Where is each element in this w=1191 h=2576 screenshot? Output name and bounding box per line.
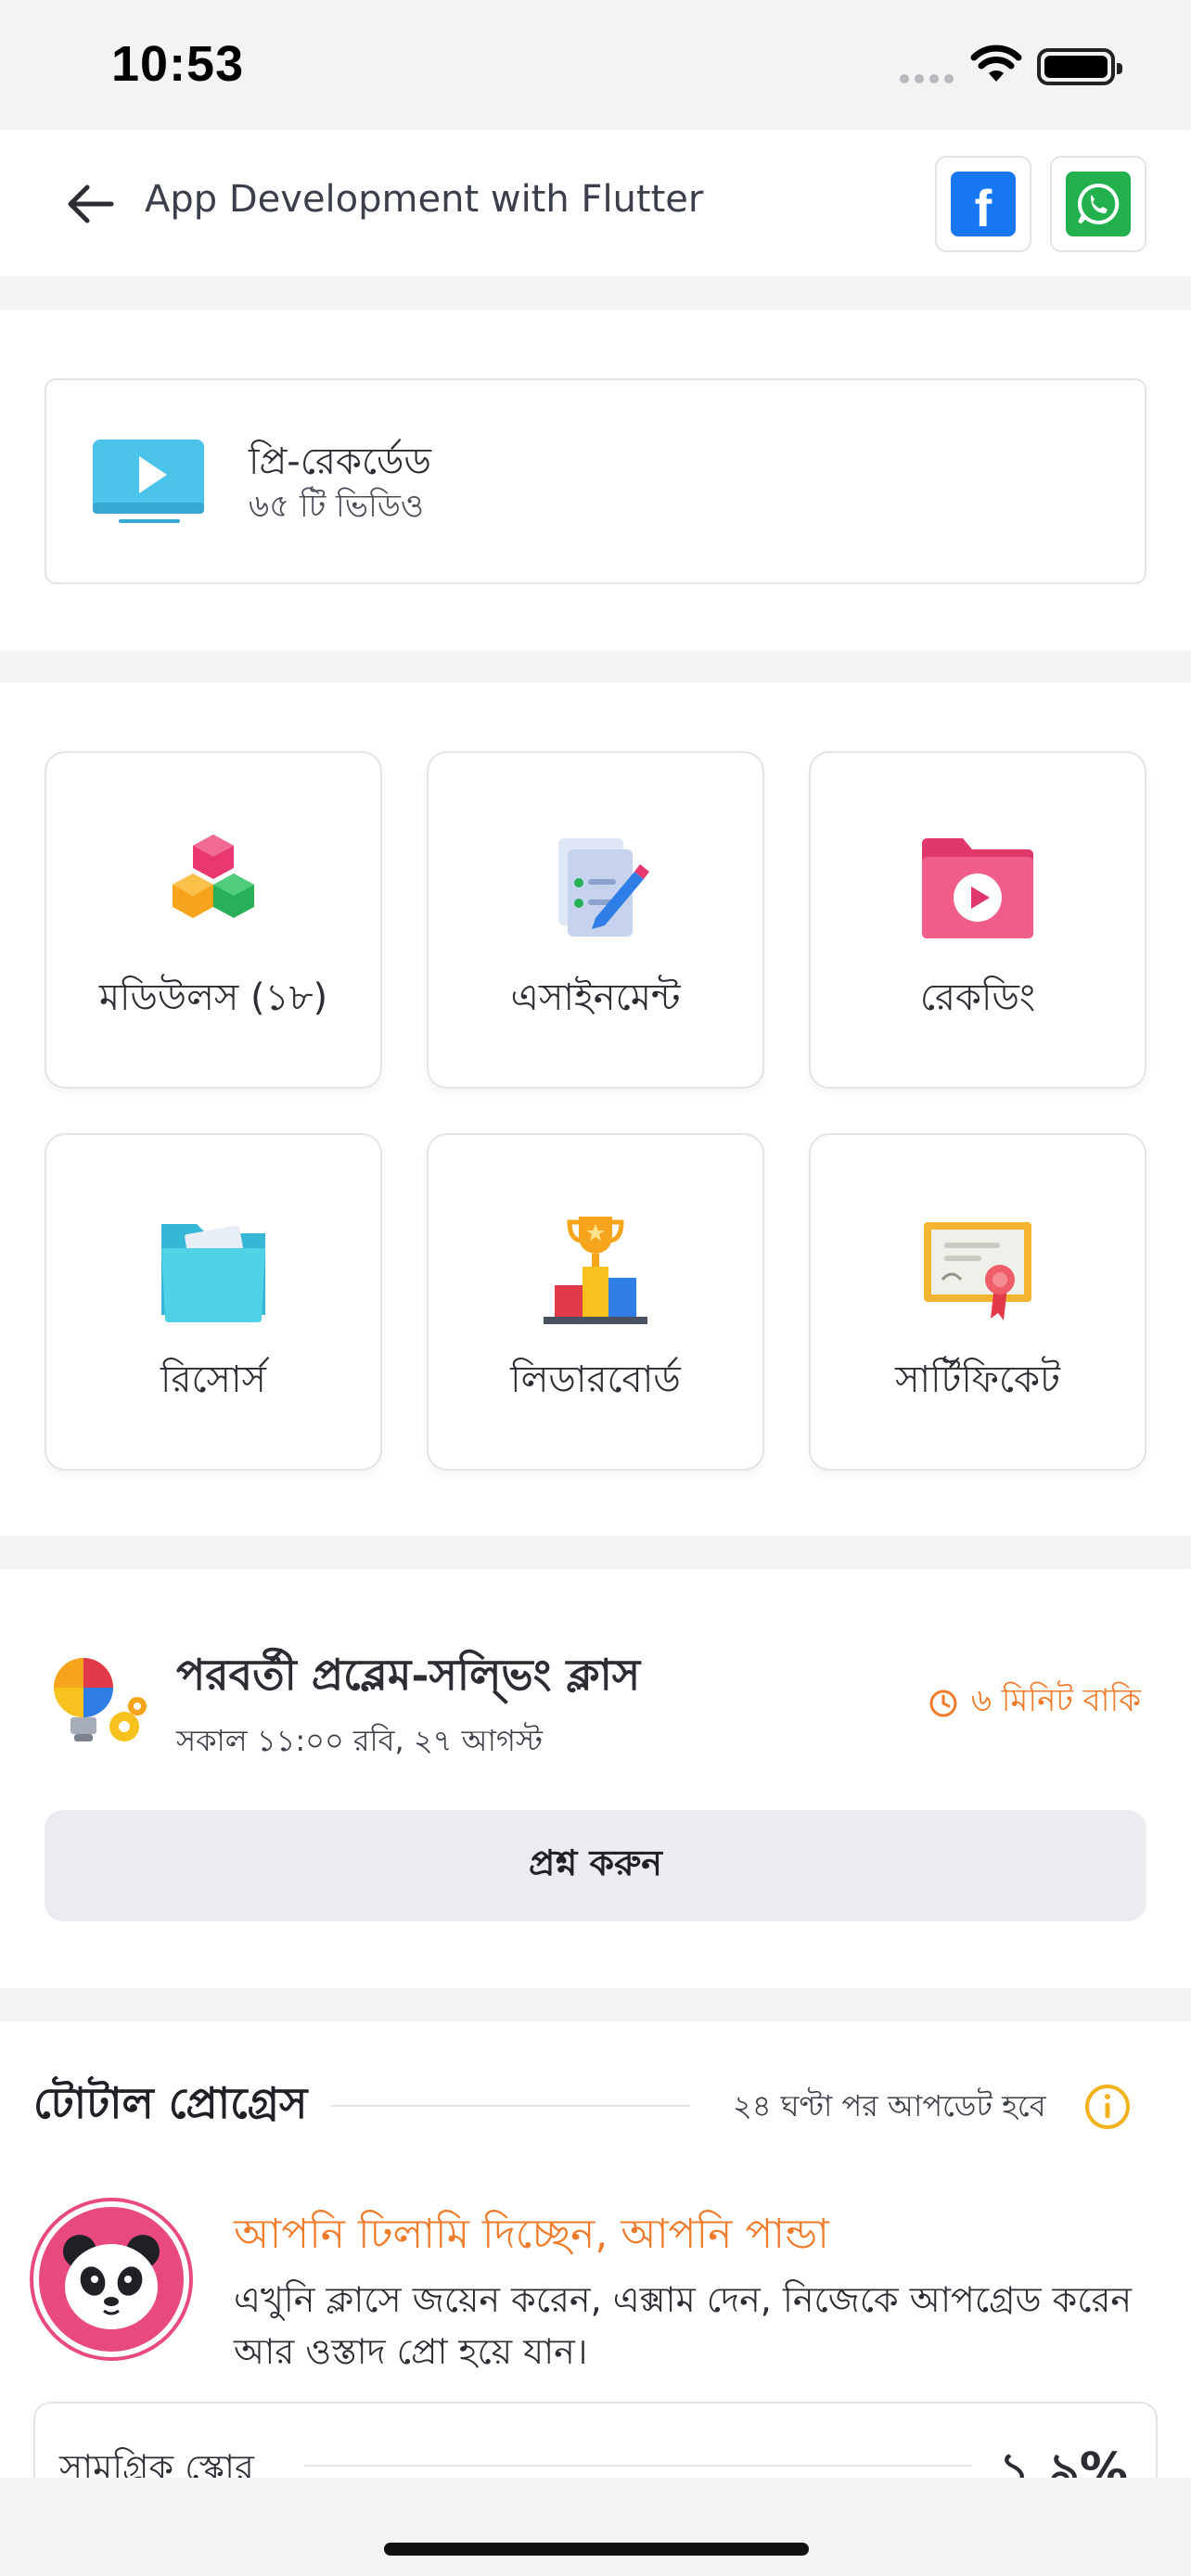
divider: [330, 2105, 690, 2107]
facebook-share-button[interactable]: f: [935, 156, 1031, 252]
home-indicator[interactable]: [384, 2543, 809, 2556]
time-remaining-text: ৬ মিনিট বাকি: [970, 1682, 1141, 1719]
arrow-left-icon: [68, 185, 114, 223]
info-icon[interactable]: [1082, 2081, 1133, 2133]
clock-icon: [929, 1690, 957, 1716]
progress-status-description: এখুনি ক্লাসে জয়েন করেন, এক্সাম দেন, নিজ…: [234, 2279, 1133, 2372]
tile-label-modules: মডিউলস (১৮): [98, 976, 328, 1019]
ask-question-button[interactable]: প্রশ্ন করুন: [45, 1810, 1146, 1921]
status-time: 10:53: [111, 36, 245, 92]
whatsapp-share-button[interactable]: [1050, 156, 1146, 252]
recording-folder-icon: [922, 838, 1033, 938]
prerecorded-video-count: ৬৫ টি ভিডিও: [249, 488, 424, 525]
prerecorded-section: প্রি-রেকর্ডেড ৬৫ টি ভিডিও: [0, 310, 1191, 651]
status-bar: 10:53: [0, 0, 1191, 130]
tile-label-resource: রিসোর্স: [160, 1358, 266, 1401]
page-title: App Development with Flutter: [145, 178, 704, 221]
whatsapp-icon: [1066, 172, 1131, 236]
facebook-icon: f: [951, 172, 1016, 236]
total-progress-section: টোটাল প্রোগ্রেস ২৪ ঘণ্টা পর আপডেট হবে আপ…: [0, 2021, 1191, 2513]
certificate-tile[interactable]: সার্টিফিকেট: [809, 1133, 1146, 1471]
time-remaining: ৬ মিনিট বাকি: [928, 1677, 1141, 1729]
panda-icon: [63, 2235, 160, 2329]
update-note: ২৪ ঘণ্টা পর আপডেট হবে: [733, 2088, 1046, 2123]
certificate-icon: [924, 1222, 1031, 1320]
resource-folder-icon: [161, 1224, 265, 1322]
wifi-icon: [970, 45, 1022, 82]
score-divider: [304, 2465, 972, 2467]
tile-label-assignment: এসাইনমেন্ট: [510, 976, 681, 1019]
battery-icon: [1037, 48, 1122, 85]
progress-status-headline: আপনি ঢিলামি দিচ্ছেন, আপনি পান্ডা: [234, 2211, 829, 2258]
assignment-tile[interactable]: এসাইনমেন্ট: [427, 751, 764, 1089]
home-indicator-area: [0, 2478, 1191, 2576]
next-class-section: পরবর্তী প্রব্লেম-সল্ভিং ক্লাস সকাল ১১:০০…: [0, 1569, 1191, 1988]
tile-label-leaderboard: লিডারবোর্ড: [510, 1358, 681, 1401]
leaderboard-tile[interactable]: লিডারবোর্ড: [427, 1133, 764, 1471]
panda-avatar: [33, 2201, 189, 2357]
recording-tile[interactable]: রেকডিং: [809, 751, 1146, 1089]
back-button[interactable]: [61, 174, 121, 234]
problem-solving-icon: [54, 1658, 147, 1741]
tile-label-recording: রেকডিং: [919, 976, 1036, 1019]
app-header: App Development with Flutter f: [0, 130, 1191, 276]
modules-tile[interactable]: মডিউলস (১৮): [45, 751, 382, 1089]
features-grid: মডিউলস (১৮) এসাইনমেন্ট রেকডিং রিসোর্স লি…: [0, 682, 1191, 1536]
tile-label-certificate: সার্টিফিকেট: [895, 1358, 1060, 1401]
assignment-icon: [558, 838, 649, 937]
cellular-signal-icon: [900, 74, 954, 83]
next-class-time: সকাল ১১:০০ রবি, ২৭ আগস্ট: [176, 1723, 543, 1758]
resource-tile[interactable]: রিসোর্স: [45, 1133, 382, 1471]
progress-title: টোটাল প্রোগ্রেস: [33, 2078, 308, 2128]
prerecorded-card[interactable]: প্রি-রেকর্ডেড ৬৫ টি ভিডিও: [45, 378, 1146, 584]
next-class-title: পরবর্তী প্রব্লেম-সল্ভিং ক্লাস: [176, 1650, 641, 1700]
video-player-icon: [93, 440, 204, 523]
trophy-podium-icon: [544, 1217, 647, 1324]
cubes-icon: [173, 835, 254, 918]
